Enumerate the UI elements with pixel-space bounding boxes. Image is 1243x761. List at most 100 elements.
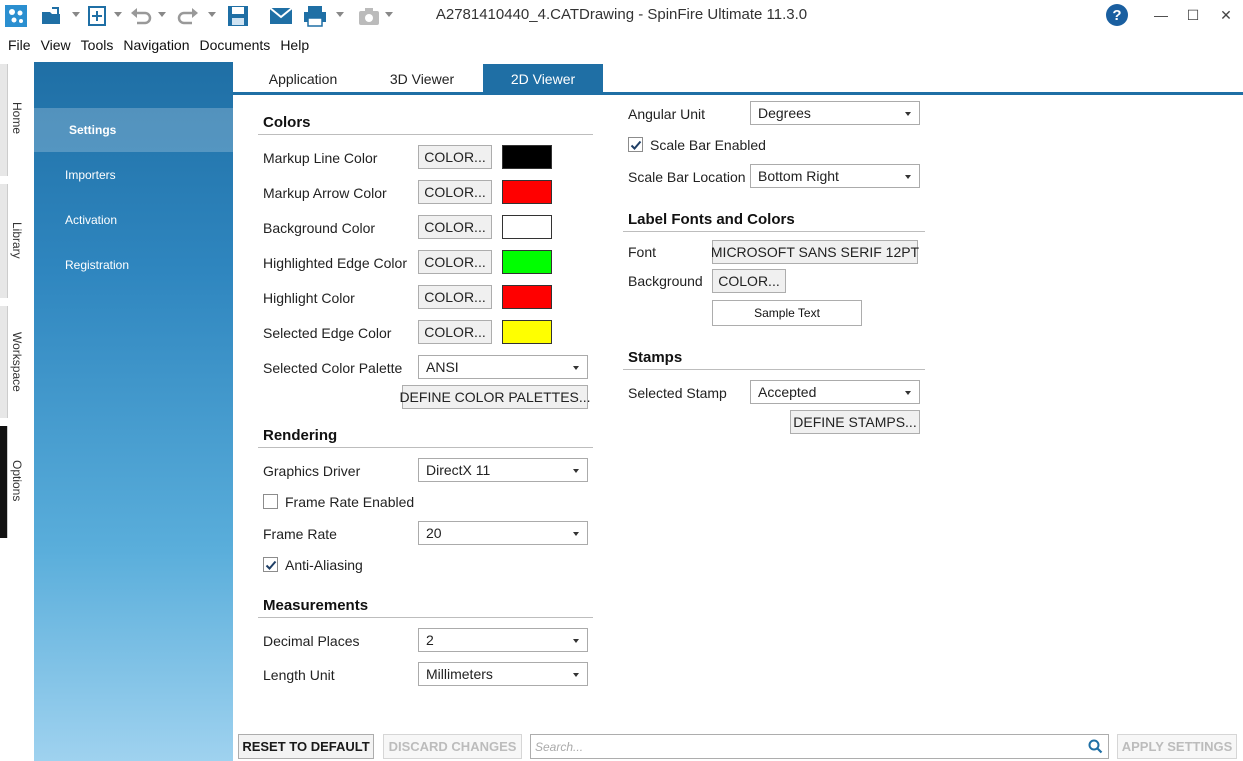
minimize-button[interactable]: — (1148, 4, 1174, 26)
tab-3d-viewer[interactable]: 3D Viewer (367, 64, 477, 93)
print-dropdown-caret[interactable] (336, 12, 344, 17)
sidebar-item-importers[interactable]: Importers (34, 153, 233, 197)
label-background-label: Background (628, 273, 703, 289)
background-color-swatch (502, 215, 552, 239)
define-stamps-button[interactable]: DEFINE STAMPS... (790, 410, 920, 434)
chevron-down-icon (905, 175, 911, 179)
angular-unit-value: Degrees (758, 105, 811, 121)
undo-dropdown-caret[interactable] (158, 12, 166, 17)
apply-settings-button[interactable]: APPLY SETTINGS (1117, 734, 1237, 759)
search-box (530, 734, 1109, 759)
frame-rate-enabled-label: Frame Rate Enabled (285, 494, 415, 510)
menu-bar: File View Tools Navigation Documents Hel… (0, 32, 1243, 58)
highlight-color-button[interactable]: COLOR... (418, 285, 492, 309)
background-color-button[interactable]: COLOR... (418, 215, 492, 239)
maximize-button[interactable]: ☐ (1180, 4, 1206, 26)
menu-file[interactable]: File (4, 37, 35, 53)
scale-bar-location-value: Bottom Right (758, 168, 839, 184)
scale-bar-location-label: Scale Bar Location (628, 169, 746, 185)
title-bar: A2781410440_4.CATDrawing - SpinFire Ulti… (0, 0, 1243, 32)
frame-rate-select[interactable]: 20 (418, 521, 588, 545)
vtab-library-label[interactable]: Library (10, 222, 24, 259)
vtab-workspace[interactable] (0, 306, 8, 418)
color-palette-select[interactable]: ANSI (418, 355, 588, 379)
open-icon[interactable] (40, 4, 64, 28)
angular-unit-label: Angular Unit (628, 106, 706, 122)
menu-help[interactable]: Help (276, 37, 313, 53)
redo-icon[interactable] (176, 4, 200, 28)
chevron-down-icon (573, 469, 579, 473)
email-icon[interactable] (269, 4, 293, 28)
camera-dropdown-caret[interactable] (385, 12, 393, 17)
markup-line-color-button[interactable]: COLOR... (418, 145, 492, 169)
new-icon[interactable] (86, 4, 108, 28)
chevron-down-icon (573, 532, 579, 536)
length-unit-select[interactable]: Millimeters (418, 662, 588, 686)
label-fonts-divider (623, 231, 925, 232)
camera-icon[interactable] (357, 4, 381, 28)
label-fonts-section-title: Label Fonts and Colors (628, 211, 795, 228)
selected-edge-color-button[interactable]: COLOR... (418, 320, 492, 344)
rendering-section-title: Rendering (263, 427, 338, 444)
close-button[interactable]: ✕ (1213, 4, 1239, 26)
decimal-places-label: Decimal Places (263, 633, 360, 649)
menu-documents[interactable]: Documents (196, 37, 275, 53)
background-color-label: Background Color (263, 220, 376, 236)
search-input[interactable] (535, 737, 1075, 756)
highlighted-edge-color-swatch (502, 250, 552, 274)
redo-dropdown-caret[interactable] (208, 12, 216, 17)
tab-2d-viewer[interactable]: 2D Viewer (483, 64, 603, 93)
length-unit-value: Millimeters (426, 666, 493, 682)
reset-to-default-button[interactable]: RESET TO DEFAULT (238, 734, 374, 759)
sidebar-item-registration[interactable]: Registration (34, 243, 233, 287)
vtab-library[interactable] (0, 184, 8, 298)
graphics-driver-value: DirectX 11 (426, 462, 491, 478)
markup-arrow-color-swatch (502, 180, 552, 204)
selected-stamp-select[interactable]: Accepted (750, 380, 920, 404)
scale-bar-enabled-checkbox[interactable] (628, 137, 643, 152)
open-dropdown-caret[interactable] (72, 12, 80, 17)
settings-tabs: Application 3D Viewer 2D Viewer (233, 62, 1243, 95)
sidebar-item-settings[interactable]: Settings (34, 108, 233, 152)
menu-view[interactable]: View (37, 37, 75, 53)
print-icon[interactable] (303, 4, 327, 28)
search-icon[interactable] (1088, 739, 1103, 757)
discard-changes-button[interactable]: DISCARD CHANGES (383, 734, 522, 759)
help-button[interactable]: ? (1106, 4, 1128, 26)
color-palette-value: ANSI (426, 359, 459, 375)
angular-unit-select[interactable]: Degrees (750, 101, 920, 125)
menu-tools[interactable]: Tools (77, 37, 118, 53)
new-dropdown-caret[interactable] (114, 12, 122, 17)
chevron-down-icon (905, 112, 911, 116)
highlighted-edge-color-button[interactable]: COLOR... (418, 250, 492, 274)
frame-rate-label: Frame Rate (263, 526, 337, 542)
vtab-workspace-label[interactable]: Workspace (10, 332, 24, 392)
scale-bar-location-select[interactable]: Bottom Right (750, 164, 920, 188)
menu-navigation[interactable]: Navigation (119, 37, 193, 53)
options-side-panel: Settings Importers Activation Registrati… (34, 62, 233, 761)
colors-divider (258, 134, 593, 135)
vtab-options[interactable] (0, 426, 8, 538)
selected-color-palette-label: Selected Color Palette (263, 360, 403, 376)
label-background-color-button[interactable]: COLOR... (712, 269, 786, 293)
define-color-palettes-button[interactable]: DEFINE COLOR PALETTES... (399, 385, 591, 409)
markup-arrow-color-button[interactable]: COLOR... (418, 180, 492, 204)
highlight-color-swatch (502, 285, 552, 309)
markup-line-color-swatch (502, 145, 552, 169)
vtab-options-label[interactable]: Options (10, 460, 24, 501)
anti-aliasing-checkbox[interactable] (263, 557, 278, 572)
font-button[interactable]: MICROSOFT SANS SERIF 12PT (711, 240, 919, 264)
save-icon[interactable] (227, 4, 249, 28)
vtab-home[interactable] (0, 64, 8, 176)
font-label: Font (628, 244, 657, 260)
graphics-driver-select[interactable]: DirectX 11 (418, 458, 588, 482)
sidebar-item-activation[interactable]: Activation (34, 198, 233, 242)
decimal-places-select[interactable]: 2 (418, 628, 588, 652)
undo-icon[interactable] (129, 4, 153, 28)
tab-application[interactable]: Application (250, 64, 356, 93)
chevron-down-icon (905, 391, 911, 395)
frame-rate-enabled-checkbox[interactable] (263, 494, 278, 509)
selected-stamp-value: Accepted (758, 384, 817, 400)
selected-edge-color-swatch (502, 320, 552, 344)
vtab-home-label[interactable]: Home (10, 102, 24, 134)
